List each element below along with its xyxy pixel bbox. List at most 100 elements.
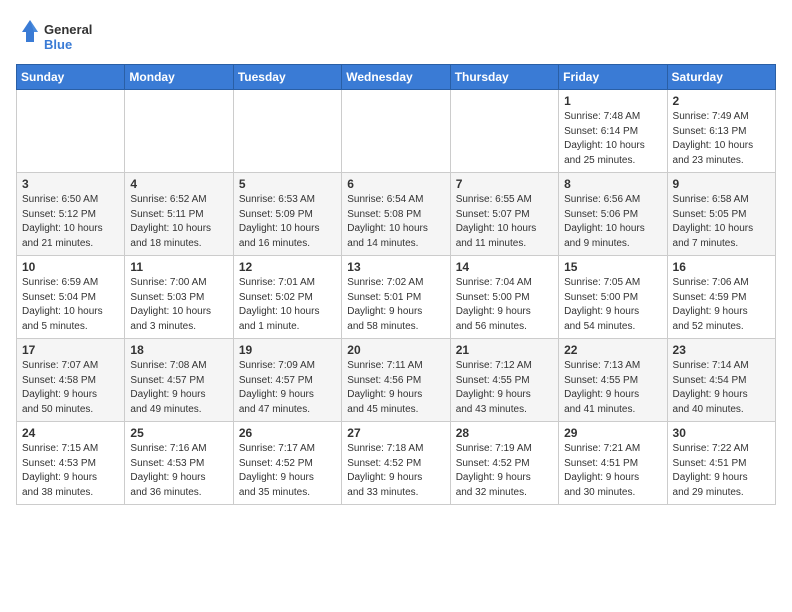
- day-info: Sunrise: 7:18 AM Sunset: 4:52 PM Dayligh…: [347, 442, 444, 500]
- day-info: Sunrise: 6:58 AM Sunset: 5:05 PM Dayligh…: [673, 193, 770, 251]
- day-info: Sunrise: 7:08 AM Sunset: 4:57 PM Dayligh…: [130, 359, 227, 417]
- day-info: Sunrise: 7:48 AM Sunset: 6:14 PM Dayligh…: [564, 110, 661, 168]
- week-row-2: 3 Sunrise: 6:50 AM Sunset: 5:12 PM Daylig…: [17, 173, 776, 256]
- day-header-saturday: Saturday: [667, 65, 775, 90]
- day-number: 7: [456, 177, 553, 191]
- calendar-cell: 24 Sunrise: 7:15 AM Sunset: 4:53 PM Dayli…: [17, 422, 125, 505]
- day-info: Sunrise: 7:06 AM Sunset: 4:59 PM Dayligh…: [673, 276, 770, 334]
- calendar-cell: 7 Sunrise: 6:55 AM Sunset: 5:07 PM Daylig…: [450, 173, 558, 256]
- calendar-cell: 17 Sunrise: 7:07 AM Sunset: 4:58 PM Dayli…: [17, 339, 125, 422]
- day-info: Sunrise: 6:59 AM Sunset: 5:04 PM Dayligh…: [22, 276, 119, 334]
- calendar-cell: 13Sunrise: 7:02 AM Sunset: 5:01 PM Dayli…: [342, 256, 450, 339]
- calendar-cell: 19 Sunrise: 7:09 AM Sunset: 4:57 PM Dayli…: [233, 339, 341, 422]
- day-info: Sunrise: 7:11 AM Sunset: 4:56 PM Dayligh…: [347, 359, 444, 417]
- day-number: 18: [130, 343, 227, 357]
- day-info: Sunrise: 7:09 AM Sunset: 4:57 PM Dayligh…: [239, 359, 336, 417]
- calendar-cell: 3 Sunrise: 6:50 AM Sunset: 5:12 PM Daylig…: [17, 173, 125, 256]
- day-number: 23: [673, 343, 770, 357]
- day-info: Sunrise: 6:55 AM Sunset: 5:07 PM Dayligh…: [456, 193, 553, 251]
- day-number: 27: [347, 426, 444, 440]
- day-header-wednesday: Wednesday: [342, 65, 450, 90]
- calendar-cell: 22 Sunrise: 7:13 AM Sunset: 4:55 PM Dayli…: [559, 339, 667, 422]
- day-info: Sunrise: 7:21 AM Sunset: 4:51 PM Dayligh…: [564, 442, 661, 500]
- day-number: 14: [456, 260, 553, 274]
- day-info: Sunrise: 6:50 AM Sunset: 5:12 PM Dayligh…: [22, 193, 119, 251]
- week-row-3: 10 Sunrise: 6:59 AM Sunset: 5:04 PM Dayli…: [17, 256, 776, 339]
- day-header-thursday: Thursday: [450, 65, 558, 90]
- calendar-cell: 14 Sunrise: 7:04 AM Sunset: 5:00 PM Dayli…: [450, 256, 558, 339]
- day-number: 17: [22, 343, 119, 357]
- day-number: 8: [564, 177, 661, 191]
- logo: General Blue: [16, 16, 106, 56]
- day-header-monday: Monday: [125, 65, 233, 90]
- day-header-tuesday: Tuesday: [233, 65, 341, 90]
- day-info: Sunrise: 7:49 AM Sunset: 6:13 PM Dayligh…: [673, 110, 770, 168]
- svg-text:General: General: [44, 22, 92, 37]
- day-header-sunday: Sunday: [17, 65, 125, 90]
- day-number: 19: [239, 343, 336, 357]
- day-info: Sunrise: 7:00 AM Sunset: 5:03 PM Dayligh…: [130, 276, 227, 334]
- day-info: Sunrise: 7:07 AM Sunset: 4:58 PM Dayligh…: [22, 359, 119, 417]
- day-number: 28: [456, 426, 553, 440]
- day-info: Sunrise: 6:53 AM Sunset: 5:09 PM Dayligh…: [239, 193, 336, 251]
- day-info: Sunrise: 7:13 AM Sunset: 4:55 PM Dayligh…: [564, 359, 661, 417]
- calendar-cell: 20 Sunrise: 7:11 AM Sunset: 4:56 PM Dayli…: [342, 339, 450, 422]
- calendar-body: 1 Sunrise: 7:48 AM Sunset: 6:14 PM Daylig…: [17, 90, 776, 505]
- day-info: Sunrise: 6:56 AM Sunset: 5:06 PM Dayligh…: [564, 193, 661, 251]
- week-row-1: 1 Sunrise: 7:48 AM Sunset: 6:14 PM Daylig…: [17, 90, 776, 173]
- calendar-cell: 1 Sunrise: 7:48 AM Sunset: 6:14 PM Daylig…: [559, 90, 667, 173]
- calendar-cell: 21 Sunrise: 7:12 AM Sunset: 4:55 PM Dayli…: [450, 339, 558, 422]
- day-number: 6: [347, 177, 444, 191]
- calendar-cell: 25Sunrise: 7:16 AM Sunset: 4:53 PM Dayli…: [125, 422, 233, 505]
- day-number: 11: [130, 260, 227, 274]
- day-info: Sunrise: 7:17 AM Sunset: 4:52 PM Dayligh…: [239, 442, 336, 500]
- week-row-5: 24 Sunrise: 7:15 AM Sunset: 4:53 PM Dayli…: [17, 422, 776, 505]
- calendar-cell: 9Sunrise: 6:58 AM Sunset: 5:05 PM Daylig…: [667, 173, 775, 256]
- day-number: 26: [239, 426, 336, 440]
- day-info: Sunrise: 7:15 AM Sunset: 4:53 PM Dayligh…: [22, 442, 119, 500]
- day-number: 3: [22, 177, 119, 191]
- calendar-cell: 6 Sunrise: 6:54 AM Sunset: 5:08 PM Daylig…: [342, 173, 450, 256]
- day-info: Sunrise: 6:54 AM Sunset: 5:08 PM Dayligh…: [347, 193, 444, 251]
- day-info: Sunrise: 7:01 AM Sunset: 5:02 PM Dayligh…: [239, 276, 336, 334]
- calendar-cell: 8 Sunrise: 6:56 AM Sunset: 5:06 PM Daylig…: [559, 173, 667, 256]
- calendar-cell: 2Sunrise: 7:49 AM Sunset: 6:13 PM Daylig…: [667, 90, 775, 173]
- day-number: 29: [564, 426, 661, 440]
- calendar-cell: 5Sunrise: 6:53 AM Sunset: 5:09 PM Daylig…: [233, 173, 341, 256]
- calendar-cell: 28Sunrise: 7:19 AM Sunset: 4:52 PM Dayli…: [450, 422, 558, 505]
- calendar-cell: 23 Sunrise: 7:14 AM Sunset: 4:54 PM Dayli…: [667, 339, 775, 422]
- calendar-cell: 12Sunrise: 7:01 AM Sunset: 5:02 PM Dayli…: [233, 256, 341, 339]
- day-number: 22: [564, 343, 661, 357]
- calendar-cell: 29 Sunrise: 7:21 AM Sunset: 4:51 PM Dayli…: [559, 422, 667, 505]
- svg-text:Blue: Blue: [44, 37, 72, 52]
- calendar-cell: 15 Sunrise: 7:05 AM Sunset: 5:00 PM Dayli…: [559, 256, 667, 339]
- day-info: Sunrise: 7:02 AM Sunset: 5:01 PM Dayligh…: [347, 276, 444, 334]
- day-info: Sunrise: 7:16 AM Sunset: 4:53 PM Dayligh…: [130, 442, 227, 500]
- day-number: 21: [456, 343, 553, 357]
- day-info: Sunrise: 7:22 AM Sunset: 4:51 PM Dayligh…: [673, 442, 770, 500]
- week-row-4: 17 Sunrise: 7:07 AM Sunset: 4:58 PM Dayli…: [17, 339, 776, 422]
- day-number: 15: [564, 260, 661, 274]
- calendar-header-row: SundayMondayTuesdayWednesdayThursdayFrid…: [17, 65, 776, 90]
- day-info: Sunrise: 7:05 AM Sunset: 5:00 PM Dayligh…: [564, 276, 661, 334]
- calendar-cell: [17, 90, 125, 173]
- day-number: 20: [347, 343, 444, 357]
- day-number: 16: [673, 260, 770, 274]
- calendar-cell: 27 Sunrise: 7:18 AM Sunset: 4:52 PM Dayli…: [342, 422, 450, 505]
- logo-svg: General Blue: [16, 16, 106, 56]
- calendar-cell: [125, 90, 233, 173]
- calendar-cell: 16 Sunrise: 7:06 AM Sunset: 4:59 PM Dayli…: [667, 256, 775, 339]
- calendar-cell: [450, 90, 558, 173]
- day-number: 24: [22, 426, 119, 440]
- calendar-cell: [342, 90, 450, 173]
- calendar-cell: 11 Sunrise: 7:00 AM Sunset: 5:03 PM Dayli…: [125, 256, 233, 339]
- calendar-cell: [233, 90, 341, 173]
- day-info: Sunrise: 7:12 AM Sunset: 4:55 PM Dayligh…: [456, 359, 553, 417]
- day-number: 10: [22, 260, 119, 274]
- day-info: Sunrise: 7:14 AM Sunset: 4:54 PM Dayligh…: [673, 359, 770, 417]
- calendar-cell: 30 Sunrise: 7:22 AM Sunset: 4:51 PM Dayli…: [667, 422, 775, 505]
- day-number: 30: [673, 426, 770, 440]
- day-number: 1: [564, 94, 661, 108]
- day-info: Sunrise: 6:52 AM Sunset: 5:11 PM Dayligh…: [130, 193, 227, 251]
- day-info: Sunrise: 7:04 AM Sunset: 5:00 PM Dayligh…: [456, 276, 553, 334]
